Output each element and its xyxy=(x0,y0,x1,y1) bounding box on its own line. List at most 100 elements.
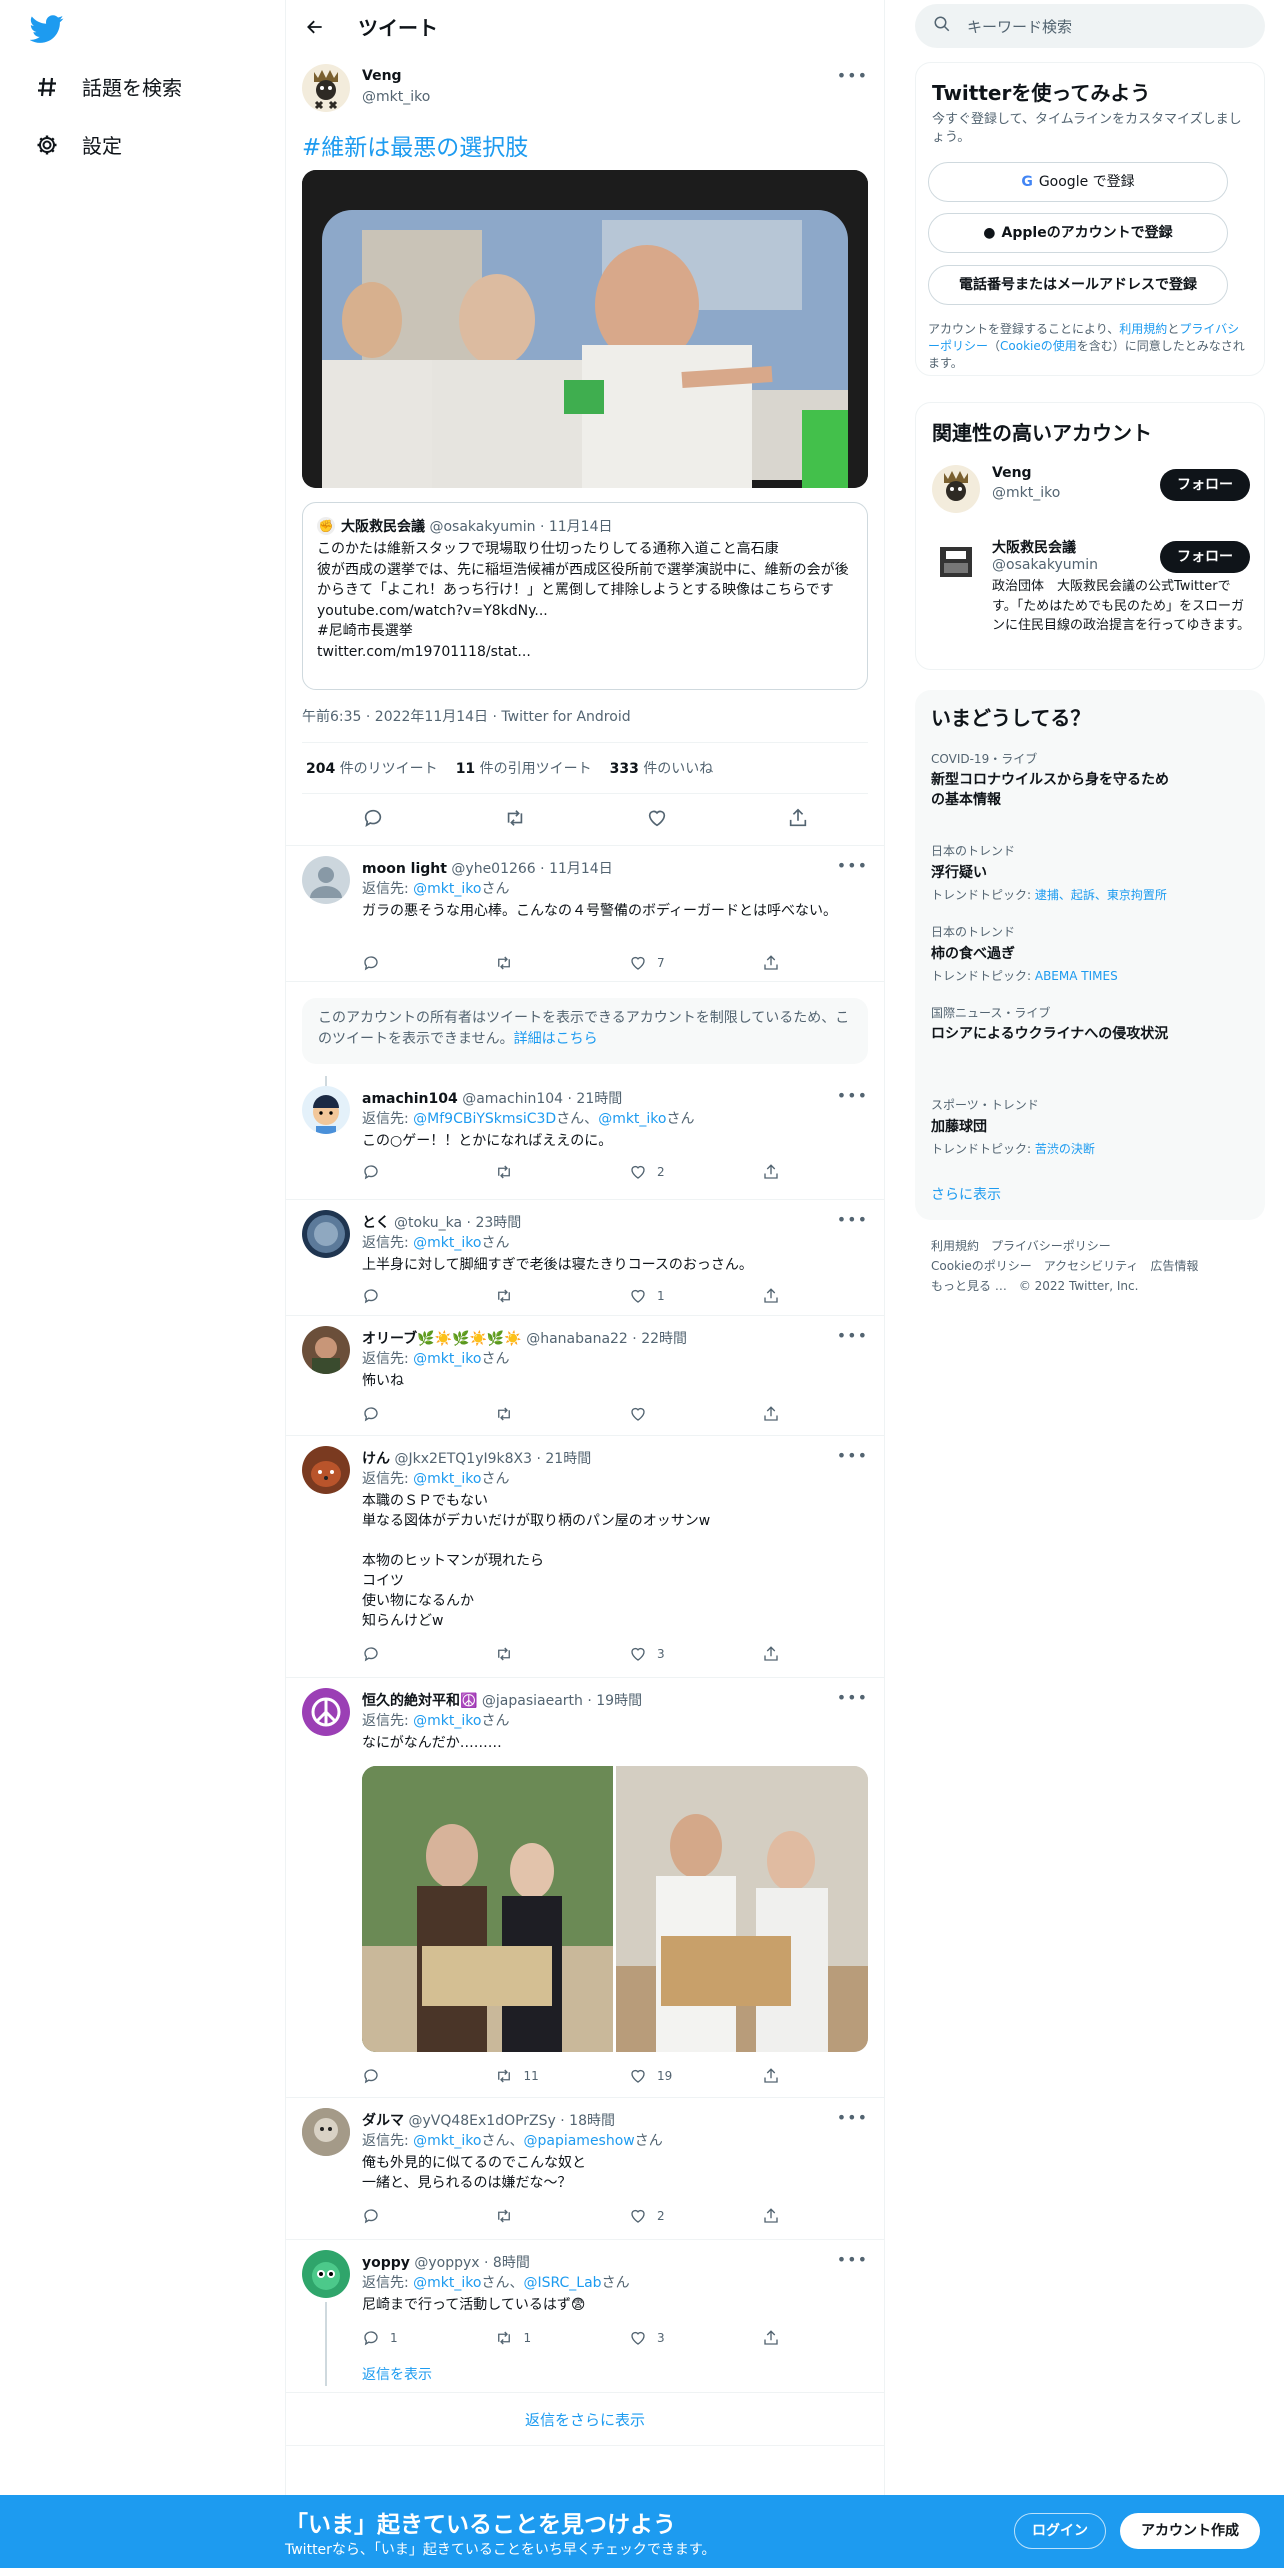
share-icon[interactable] xyxy=(762,2327,802,2349)
nav-explore[interactable]: 話題を検索 xyxy=(34,72,182,101)
reply-author-name[interactable]: けん xyxy=(362,1451,390,1467)
mention-link[interactable]: @ISRC_Lab xyxy=(523,2275,601,2291)
follow-button[interactable]: フォロー xyxy=(1160,469,1250,501)
reply-author-name[interactable]: ダルマ xyxy=(362,2113,404,2129)
author-handle[interactable]: @mkt_iko xyxy=(362,89,430,105)
like-icon[interactable] xyxy=(646,807,668,833)
avatar[interactable] xyxy=(932,537,980,585)
account-card[interactable]: 大阪救民会議 @osakakyumin 政治団体 大阪救民会議の公式Twitte… xyxy=(916,531,1266,661)
like-icon[interactable]: 1 xyxy=(629,1285,762,1307)
reply-author-name[interactable]: オリーブ🌿☀️🌿☀️🌿☀️ xyxy=(362,1331,522,1347)
reply-item[interactable]: けん @Jkx2ETQ1yI9k8X3 · 21時間 ••• 返信先: @mkt… xyxy=(286,1436,884,1678)
author-name[interactable]: Veng xyxy=(362,68,402,84)
more-icon[interactable]: ••• xyxy=(837,66,868,85)
account-card[interactable]: Veng @mkt_iko フォロー xyxy=(916,459,1266,523)
footer-terms[interactable]: 利用規約 xyxy=(931,1239,979,1253)
reply-photo[interactable] xyxy=(362,1766,613,2052)
avatar[interactable] xyxy=(302,1210,350,1258)
retweet-icon[interactable] xyxy=(495,1643,628,1665)
share-icon[interactable] xyxy=(762,1285,802,1307)
reply-item[interactable]: ダルマ @yVQ48Ex1dOPrZSy · 18時間 ••• 返信先: @mk… xyxy=(286,2098,884,2240)
retweet-icon[interactable] xyxy=(495,1403,628,1425)
mention-link[interactable]: @mkt_iko xyxy=(598,1111,666,1127)
retweet-icon[interactable] xyxy=(495,2205,628,2227)
login-button[interactable]: ログイン xyxy=(1014,2513,1106,2549)
like-icon[interactable]: 3 xyxy=(629,2327,762,2349)
share-icon[interactable] xyxy=(762,952,802,974)
trend-item[interactable]: スポーツ・トレンド 加藤球団 トレンドトピック: 苦渋の決断 xyxy=(931,1096,1251,1157)
avatar[interactable] xyxy=(302,2108,350,2156)
share-icon[interactable] xyxy=(762,2205,802,2227)
reply-author-name[interactable]: moon light xyxy=(362,861,447,877)
mention-link[interactable]: @mkt_iko xyxy=(413,1471,481,1487)
trend-item[interactable]: COVID-19・ライブ 新型コロナウイルスから身を守るための基本情報 xyxy=(931,750,1231,810)
reply-item[interactable]: オリーブ🌿☀️🌿☀️🌿☀️ @hanabana22 · 22時間 ••• 返信先… xyxy=(286,1316,884,1436)
avatar[interactable] xyxy=(302,1326,350,1374)
trend-item[interactable]: 日本のトレンド 柿の食べ過ぎ トレンドトピック: ABEMA TIMES xyxy=(931,923,1251,984)
mention-link[interactable]: @papiameshow xyxy=(523,2133,634,2149)
mention-link[interactable]: @mkt_iko xyxy=(413,2275,481,2291)
reply-time[interactable]: · 11月14日 xyxy=(540,861,613,877)
more-icon[interactable]: ••• xyxy=(837,1086,868,1105)
reply-photo[interactable] xyxy=(616,1766,868,2052)
cookie-link[interactable]: Cookieの使用 xyxy=(1000,339,1077,353)
hashtag-link[interactable]: #維新は最悪の選択肢 xyxy=(302,128,528,162)
like-icon[interactable] xyxy=(629,1403,762,1425)
learn-more-link[interactable]: 詳細はこちら xyxy=(514,1031,598,1047)
avatar[interactable] xyxy=(302,1446,350,1494)
reply-icon[interactable]: 1 xyxy=(362,2327,495,2349)
retweet-icon[interactable] xyxy=(495,1285,628,1307)
more-replies-link[interactable]: 返信をさらに表示 xyxy=(286,2392,884,2446)
like-icon[interactable]: 2 xyxy=(629,1161,762,1183)
reply-item[interactable]: yoppy @yoppyx · 8時間 ••• 返信先: @mkt_ikoさん、… xyxy=(286,2240,884,2390)
like-icon[interactable]: 2 xyxy=(629,2205,762,2227)
mention-link[interactable]: @mkt_iko xyxy=(413,1713,481,1729)
avatar[interactable] xyxy=(302,1688,350,1736)
avatar[interactable] xyxy=(302,856,350,904)
tweet-photo[interactable] xyxy=(302,170,868,488)
more-icon[interactable]: ••• xyxy=(837,2250,868,2269)
avatar[interactable] xyxy=(932,465,980,513)
reply-icon[interactable] xyxy=(362,1161,495,1183)
trend-topic-link[interactable]: ABEMA TIMES xyxy=(1035,969,1118,983)
more-icon[interactable]: ••• xyxy=(837,1210,868,1229)
terms-link[interactable]: 利用規約 xyxy=(1119,322,1167,336)
quoted-tweet[interactable]: ✊ 大阪救民会議 @osakakyumin · 11月14日 このかたは維新スタ… xyxy=(302,502,868,690)
reply-item[interactable]: とく @toku_ka · 23時間 ••• 返信先: @mkt_ikoさん 上… xyxy=(286,1200,884,1316)
trend-item[interactable]: 国際ニュース・ライブ ロシアによるウクライナへの侵攻状況 xyxy=(931,1004,1231,1044)
reply-time[interactable]: · 19時間 xyxy=(587,1693,642,1709)
like-icon[interactable]: 19 xyxy=(629,2065,762,2087)
avatar[interactable] xyxy=(302,64,350,112)
avatar[interactable] xyxy=(302,1086,350,1134)
retweet-icon[interactable]: 11 xyxy=(495,2065,628,2087)
reply-icon[interactable] xyxy=(362,2205,495,2227)
reply-time[interactable]: · 21時間 xyxy=(568,1091,623,1107)
share-icon[interactable] xyxy=(762,1643,802,1665)
google-signup-button[interactable]: G Google で登録 xyxy=(928,162,1228,202)
reply-time[interactable]: · 22時間 xyxy=(632,1331,687,1347)
retweet-icon[interactable] xyxy=(503,807,527,833)
share-icon[interactable] xyxy=(787,807,809,833)
phone-signup-button[interactable]: 電話番号またはメールアドレスで登録 xyxy=(928,265,1228,305)
back-arrow-icon[interactable] xyxy=(300,12,330,42)
reply-icon[interactable] xyxy=(362,1643,495,1665)
signup-button[interactable]: アカウント作成 xyxy=(1120,2513,1260,2549)
like-icon[interactable]: 7 xyxy=(629,952,762,974)
show-replies-link[interactable]: 返信を表示 xyxy=(362,2364,432,2384)
more-icon[interactable]: ••• xyxy=(837,1326,868,1345)
mention-link[interactable]: @mkt_iko xyxy=(413,2133,481,2149)
apple-signup-button[interactable]: ● Appleのアカウントで登録 xyxy=(928,213,1228,253)
nav-settings[interactable]: 設定 xyxy=(34,130,122,159)
mention-link[interactable]: @mkt_iko xyxy=(413,1235,481,1251)
twitter-bird-icon[interactable] xyxy=(29,12,66,48)
reply-icon[interactable] xyxy=(362,807,384,833)
quote-stat[interactable]: 11 件の引用ツイート xyxy=(456,758,592,778)
mention-link[interactable]: @mkt_iko xyxy=(413,1351,481,1367)
retweet-icon[interactable] xyxy=(495,1161,628,1183)
share-icon[interactable] xyxy=(762,1403,802,1425)
reply-icon[interactable] xyxy=(362,952,495,974)
footer-ads[interactable]: 広告情報 xyxy=(1150,1259,1198,1273)
footer-accessibility[interactable]: アクセシビリティ xyxy=(1044,1259,1139,1273)
footer-more[interactable]: もっと見る … xyxy=(931,1279,1007,1293)
reply-time[interactable]: · 8時間 xyxy=(484,2255,530,2271)
